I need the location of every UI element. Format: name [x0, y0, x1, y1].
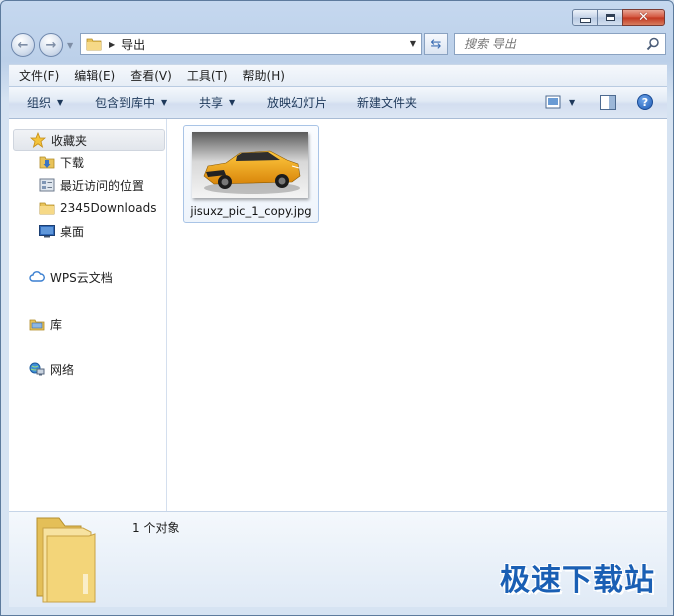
- address-bar[interactable]: ▶ 导出 ▼: [80, 33, 422, 55]
- view-options-button[interactable]: ▼: [545, 95, 575, 109]
- file-name: jisuxz_pic_1_copy.jpg: [190, 204, 312, 218]
- command-bar: 组织 ▼ 包含到库中 ▼ 共享 ▼ 放映幻灯片 新建文件夹 ▼ ?: [9, 87, 667, 119]
- back-button[interactable]: ←: [11, 33, 35, 57]
- recent-places-icon: [39, 177, 55, 193]
- folder-icon: [36, 517, 96, 603]
- organize-label: 组织: [27, 96, 52, 110]
- folder-icon: [86, 38, 102, 51]
- recent-pages-dropdown[interactable]: ▼: [67, 41, 73, 50]
- minimize-button[interactable]: [572, 9, 598, 26]
- sidebar-item-library[interactable]: 库: [29, 313, 62, 335]
- address-dropdown-icon[interactable]: ▼: [410, 39, 416, 48]
- slideshow-button[interactable]: 放映幻灯片: [267, 87, 327, 118]
- details-pane: 1 个对象 极速下载站: [9, 511, 667, 607]
- share-dropdown-icon: ▼: [229, 98, 236, 107]
- window-controls: ✕: [572, 9, 665, 26]
- menu-edit[interactable]: 编辑(E): [69, 67, 120, 84]
- slideshow-label: 放映幻灯片: [267, 96, 328, 110]
- file-list-area: jisuxz_pic_1_copy.jpg: [167, 119, 667, 511]
- navigation-pane: 收藏夹 下载 最近访问的位置 2345Downloads 桌面 WPS云文档 库…: [9, 119, 167, 511]
- include-in-library-button[interactable]: 包含到库中 ▼: [95, 87, 167, 118]
- cloud-icon: [29, 269, 45, 285]
- search-input[interactable]: [464, 37, 634, 51]
- sidebar-label-wps: WPS云文档: [50, 270, 113, 285]
- help-button[interactable]: ?: [637, 94, 653, 110]
- view-dropdown-icon: ▼: [569, 97, 576, 107]
- watermark-logo: 极速下载站: [500, 563, 655, 598]
- minimize-icon: [579, 18, 591, 23]
- share-label: 共享: [199, 96, 224, 110]
- car-photo-icon: [192, 132, 308, 198]
- sidebar-item-network[interactable]: 网络: [29, 358, 74, 380]
- sidebar-label-downloads: 下载: [60, 155, 85, 170]
- item-count: 1 个对象: [132, 521, 180, 535]
- close-icon: ✕: [638, 10, 649, 25]
- sidebar-item-desktop[interactable]: 桌面: [39, 220, 84, 242]
- folder-icon: [39, 200, 55, 216]
- sidebar-label-network: 网络: [50, 362, 75, 377]
- organize-dropdown-icon: ▼: [57, 98, 64, 107]
- view-options-icon: [545, 95, 561, 109]
- menu-help[interactable]: 帮助(H): [238, 67, 290, 84]
- search-box[interactable]: [454, 33, 666, 55]
- breadcrumb-separator-icon[interactable]: ▶: [109, 40, 115, 49]
- search-icon[interactable]: [646, 37, 660, 51]
- include-in-library-label: 包含到库中: [95, 96, 156, 110]
- close-button[interactable]: ✕: [622, 9, 665, 26]
- downloads-folder-icon: [39, 154, 55, 170]
- menu-view[interactable]: 查看(V): [125, 67, 177, 84]
- image-thumbnail: [192, 132, 308, 198]
- menu-bar: 文件(F) 编辑(E) 查看(V) 工具(T) 帮助(H): [9, 64, 667, 87]
- maximize-button[interactable]: [597, 9, 623, 26]
- file-item[interactable]: jisuxz_pic_1_copy.jpg: [183, 125, 319, 223]
- preview-pane-icon: [600, 95, 616, 110]
- sidebar-label-2345downloads: 2345Downloads: [60, 201, 157, 215]
- refresh-button[interactable]: ⇆: [424, 33, 448, 55]
- forward-button[interactable]: →: [39, 33, 63, 57]
- organize-button[interactable]: 组织 ▼: [27, 87, 63, 118]
- sidebar-item-favorites[interactable]: 收藏夹: [13, 129, 165, 151]
- share-button[interactable]: 共享 ▼: [199, 87, 235, 118]
- maximize-icon: [605, 14, 615, 21]
- sidebar-label-favorites: 收藏夹: [51, 133, 88, 148]
- sidebar-label-recent: 最近访问的位置: [60, 178, 145, 193]
- desktop-icon: [39, 223, 55, 239]
- sidebar-label-desktop: 桌面: [60, 224, 85, 239]
- menu-tools[interactable]: 工具(T): [182, 67, 233, 84]
- menu-file[interactable]: 文件(F): [14, 67, 64, 84]
- new-folder-label: 新建文件夹: [357, 96, 418, 110]
- sidebar-label-library: 库: [50, 317, 63, 332]
- include-dropdown-icon: ▼: [161, 98, 168, 107]
- star-icon: [30, 132, 46, 148]
- network-icon: [29, 361, 45, 377]
- explorer-window: ✕ ← → ▼ ▶ 导出 ▼ ⇆ 文件(F) 编辑(E) 查看(V) 工具(T)…: [0, 0, 674, 616]
- breadcrumb-current[interactable]: 导出: [121, 36, 145, 53]
- sidebar-item-recent[interactable]: 最近访问的位置: [39, 174, 144, 196]
- sidebar-item-downloads[interactable]: 下载: [39, 151, 84, 173]
- forward-arrow-icon: →: [45, 37, 57, 53]
- sidebar-item-wps[interactable]: WPS云文档: [29, 266, 113, 288]
- back-arrow-icon: ←: [17, 37, 29, 53]
- new-folder-button[interactable]: 新建文件夹: [357, 87, 417, 118]
- help-icon: ?: [641, 95, 649, 109]
- sidebar-item-2345downloads[interactable]: 2345Downloads: [39, 197, 156, 219]
- library-icon: [29, 316, 45, 332]
- preview-pane-button[interactable]: [600, 95, 616, 113]
- refresh-icon: ⇆: [430, 36, 442, 52]
